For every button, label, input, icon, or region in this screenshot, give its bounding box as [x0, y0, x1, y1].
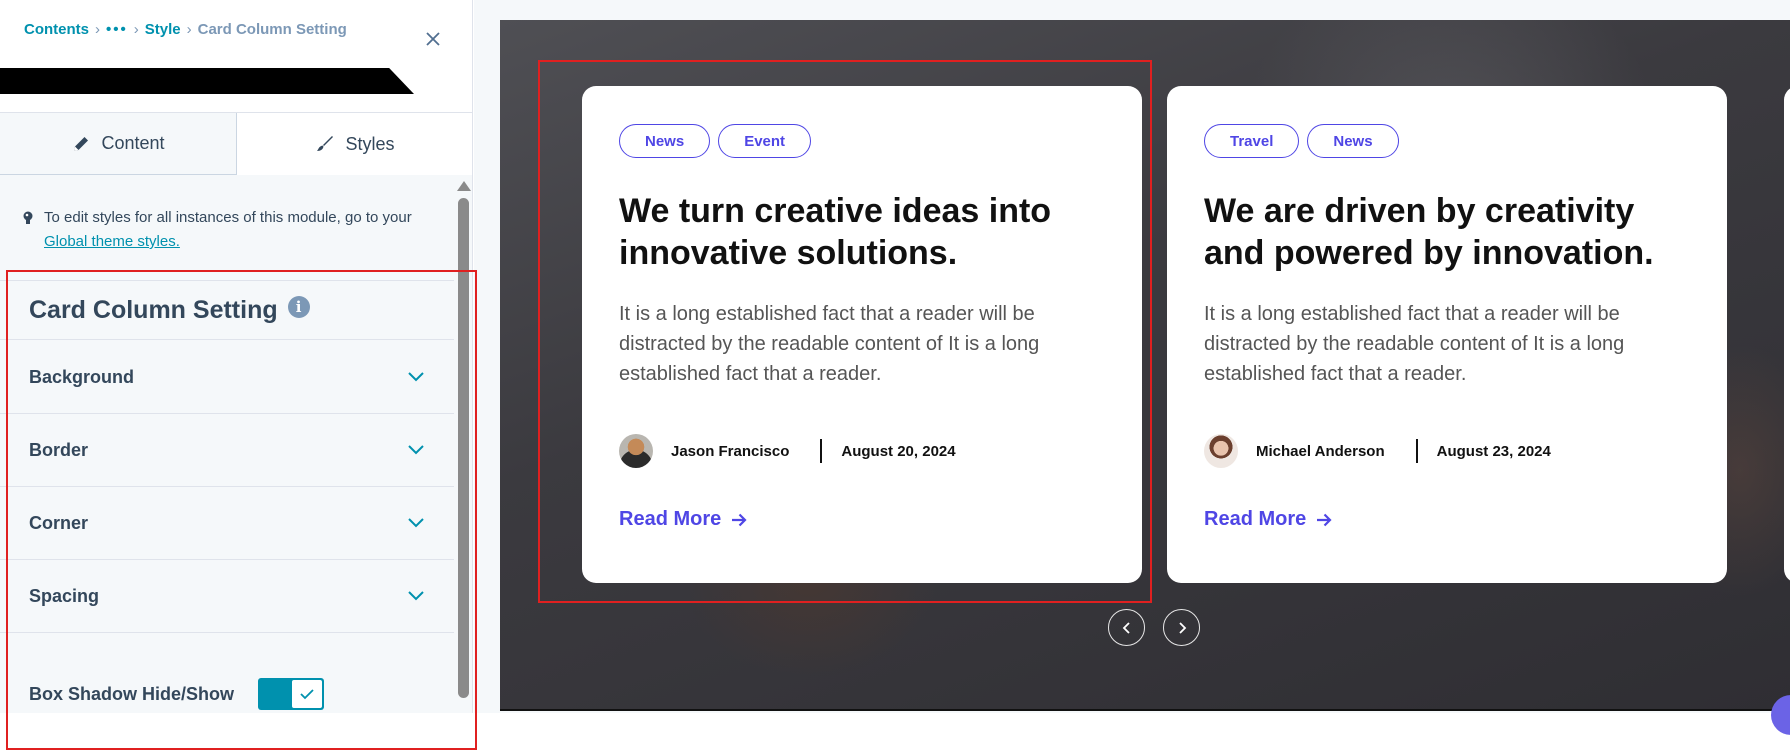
scrollbar-thumb[interactable] [458, 198, 469, 698]
chevron-right-icon: › [133, 21, 139, 38]
box-shadow-toggle[interactable] [258, 678, 325, 710]
toggle-knob [291, 679, 324, 709]
tag-pill[interactable]: Travel [1204, 124, 1300, 158]
box-shadow-setting: Box Shadow Hide/Show [29, 678, 325, 710]
note-text: To edit styles for all instances of this… [44, 206, 422, 254]
accordion-corner[interactable]: Corner [0, 487, 454, 560]
box-shadow-label: Box Shadow Hide/Show [29, 683, 235, 704]
author-name: Michael Anderson [1256, 442, 1385, 460]
card-body: It is a long established fact that a rea… [1204, 303, 1625, 385]
tab-styles-label: Styles [345, 133, 395, 154]
scroll-up-arrow-icon[interactable] [457, 181, 471, 191]
tag-pill[interactable]: Event [718, 124, 812, 158]
avatar [619, 434, 653, 468]
read-more-label: Read More [619, 508, 722, 530]
avatar [1204, 434, 1238, 468]
breadcrumb: Contents › ••• › Style › Card Column Set… [24, 21, 347, 38]
close-icon [426, 32, 440, 46]
card-title: We turn creative ideas into innovative s… [619, 192, 1052, 272]
panel-header: Contents › ••• › Style › Card Column Set… [0, 0, 472, 113]
card-meta: Jason Francisco August 20, 2024 [619, 434, 1104, 468]
post-date: August 20, 2024 [841, 442, 956, 460]
read-more-link[interactable]: Read More [1204, 508, 1332, 531]
close-button[interactable] [421, 27, 445, 51]
card-title: We are driven by creativity and powered … [1204, 192, 1654, 272]
checkmark-icon [300, 689, 314, 700]
card-meta: Michael Anderson August 23, 2024 [1204, 434, 1689, 468]
global-theme-styles-link[interactable]: Global theme styles. [44, 233, 180, 250]
tag-pill[interactable]: News [619, 124, 711, 158]
accordion-label: Border [29, 439, 89, 460]
carousel-prev-button[interactable] [1108, 609, 1145, 646]
author-name: Jason Francisco [671, 442, 790, 460]
lightbulb-icon [23, 211, 33, 224]
arrow-right-icon [732, 513, 747, 526]
tab-content[interactable]: Content [0, 113, 237, 175]
carousel-next-button[interactable] [1163, 609, 1200, 646]
accordion-spacing[interactable]: Spacing [0, 560, 454, 633]
accordion-label: Spacing [29, 585, 100, 606]
accordion-label: Background [29, 366, 135, 387]
chevron-right-icon: › [186, 21, 192, 38]
chevron-down-icon [408, 518, 424, 528]
chevron-down-icon [408, 372, 424, 382]
breadcrumb-contents-link[interactable]: Contents [24, 21, 89, 38]
accordion-border[interactable]: Border [0, 414, 454, 487]
chevron-down-icon [408, 591, 424, 601]
info-icon[interactable]: i [287, 296, 310, 318]
tag-list: News Event [619, 124, 1104, 158]
pencil-icon [74, 136, 89, 151]
meta-divider [820, 439, 823, 463]
section-title: Card Column Setting [29, 295, 278, 324]
card-body: It is a long established fact that a rea… [619, 303, 1040, 385]
note-prefix: To edit styles for all instances of this… [44, 209, 412, 226]
style-accordion: Background Border Corner Spacing [0, 341, 454, 633]
read-more-link[interactable]: Read More [619, 508, 747, 531]
tag-list: Travel News [1204, 124, 1689, 158]
brush-icon [317, 136, 334, 151]
blog-card[interactable]: Travel News We are driven by creativity … [1167, 86, 1727, 583]
styles-panel-body: To edit styles for all instances of this… [0, 175, 472, 713]
chevron-down-icon [408, 445, 424, 455]
breadcrumb-current: Card Column Setting [197, 21, 347, 38]
editor-panel: Contents › ••• › Style › Card Column Set… [0, 0, 473, 713]
chevron-right-icon: › [95, 21, 100, 38]
redacted-module-name [0, 68, 414, 94]
blog-card[interactable]: News Event We turn creative ideas into i… [582, 86, 1142, 583]
breadcrumb-ellipsis[interactable]: ••• [106, 21, 128, 38]
tag-pill[interactable]: News [1307, 124, 1399, 158]
meta-divider [1415, 439, 1418, 463]
breadcrumb-style-link[interactable]: Style [145, 21, 181, 38]
read-more-label: Read More [1204, 508, 1307, 530]
tab-styles[interactable]: Styles [237, 113, 472, 175]
arrow-right-icon [1317, 513, 1332, 526]
global-styles-note: To edit styles for all instances of this… [22, 206, 422, 254]
blog-card-partial[interactable] [1784, 86, 1790, 583]
section-header: Card Column Setting i [0, 280, 454, 340]
post-date: August 23, 2024 [1436, 442, 1551, 460]
chevron-right-icon [1178, 621, 1186, 634]
accordion-label: Corner [29, 512, 89, 533]
tab-content-label: Content [101, 133, 165, 153]
accordion-background[interactable]: Background [0, 341, 454, 414]
preview-divider [500, 709, 1790, 711]
panel-tabs: Content Styles [0, 113, 472, 175]
chevron-left-icon [1122, 621, 1130, 634]
